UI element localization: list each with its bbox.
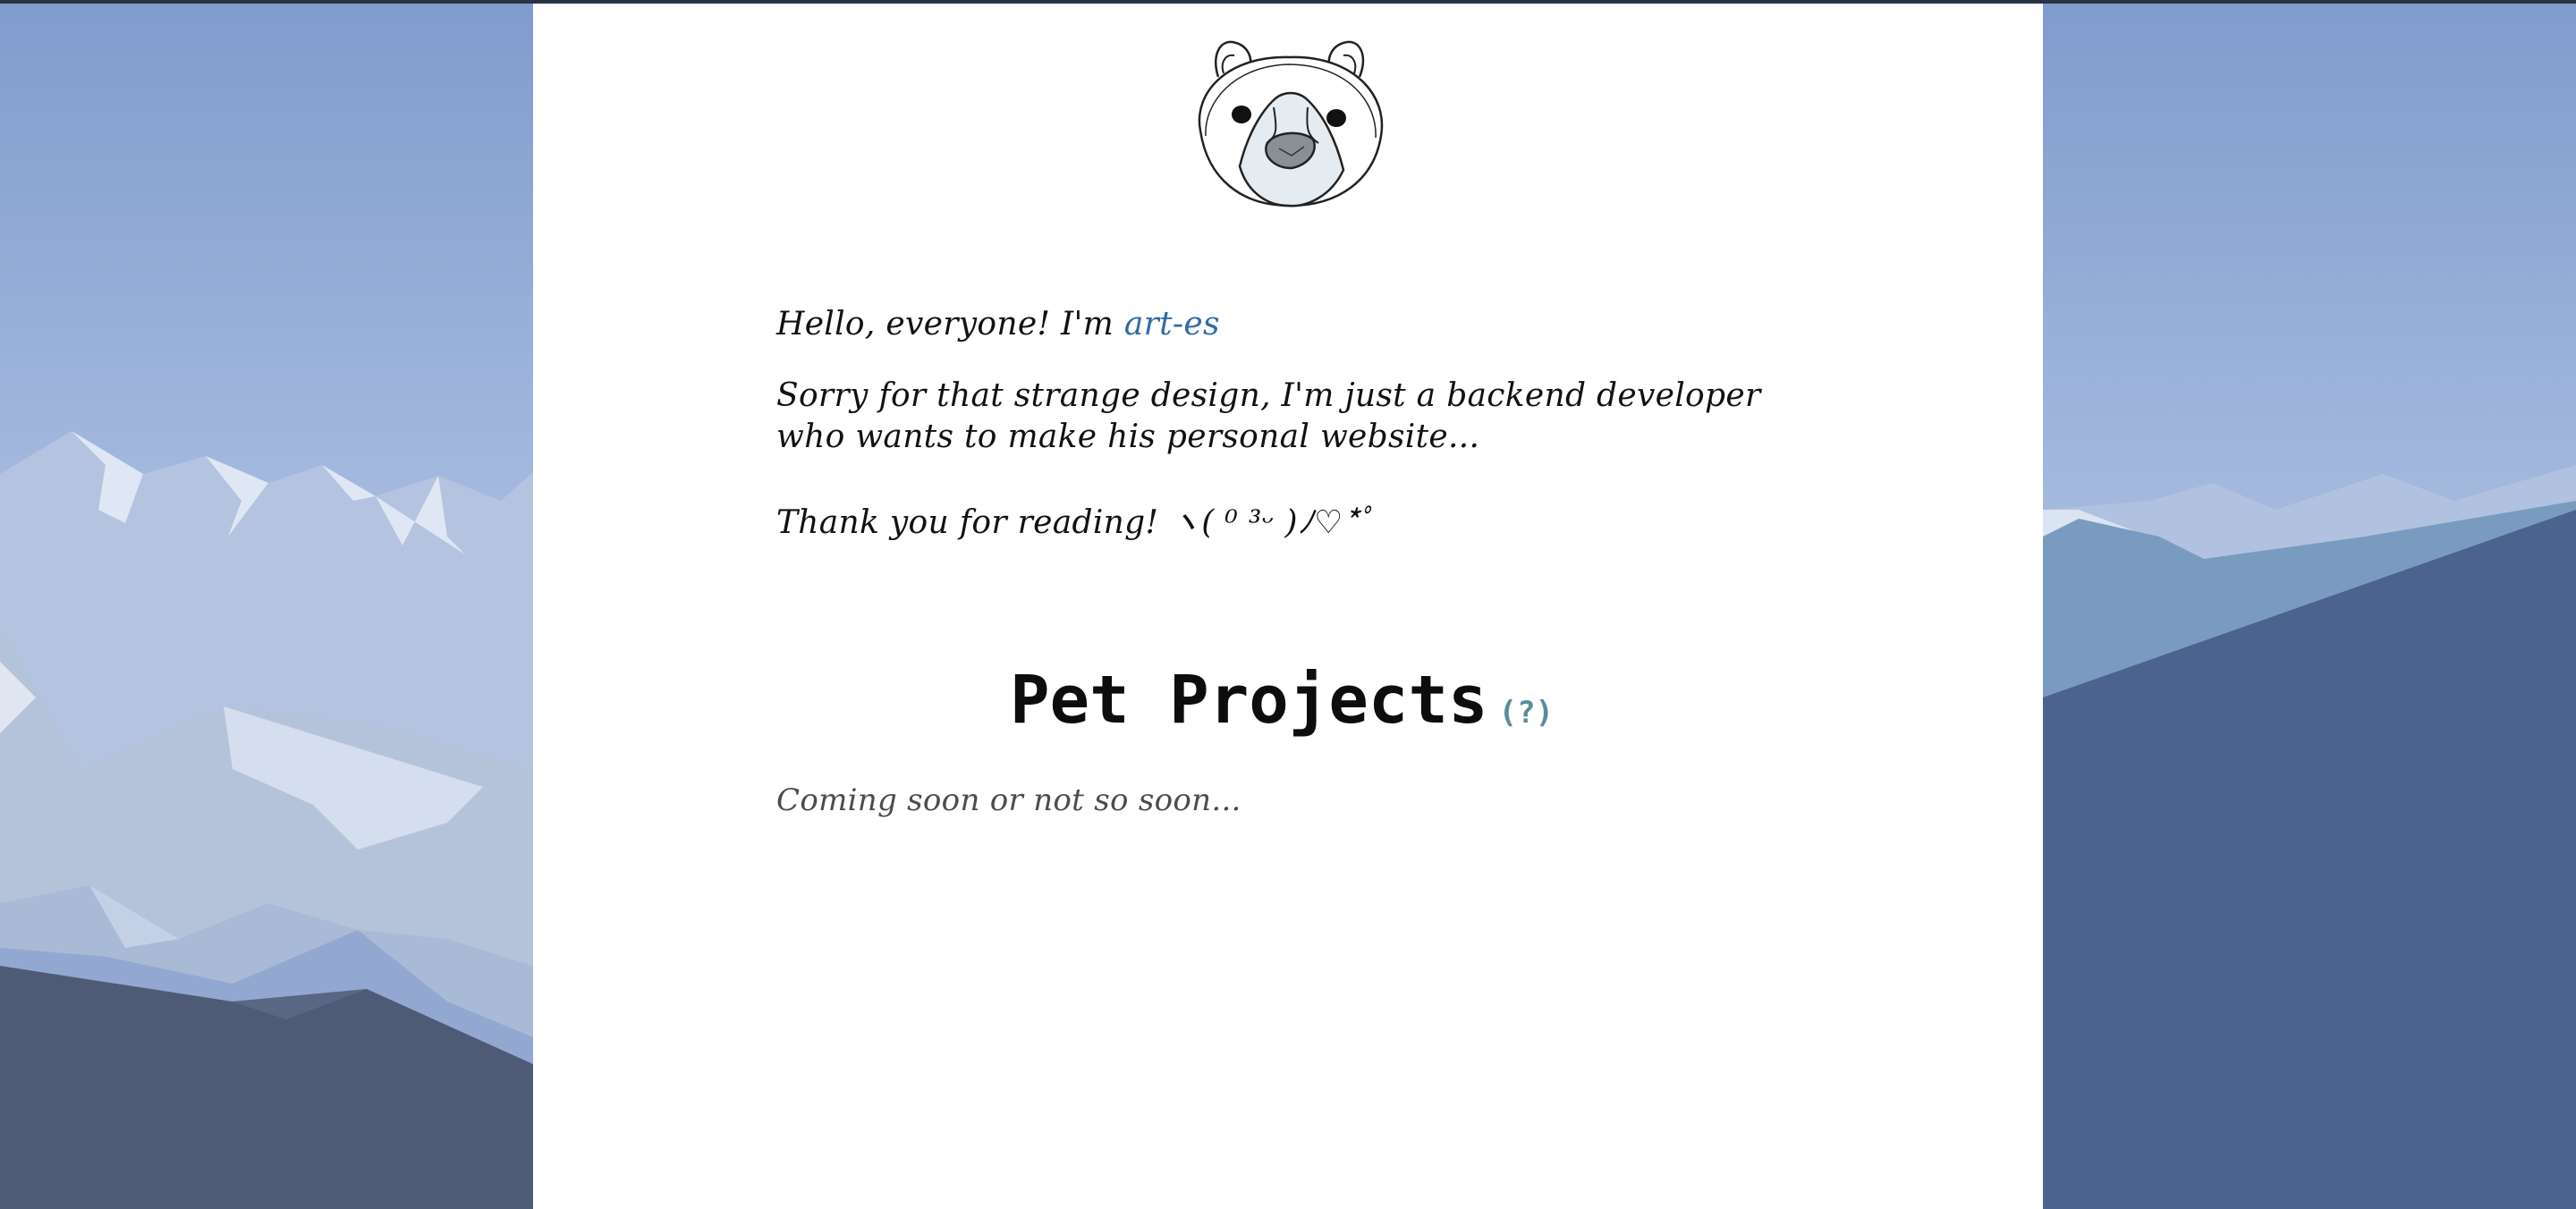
pet-projects-title: Pet Projects	[1009, 662, 1488, 739]
page: Hello, everyone! I'm art-es Sorry for th…	[0, 0, 2576, 1209]
main-content: Hello, everyone! I'm art-es Sorry for th…	[533, 4, 2043, 1209]
greeting: Hello, everyone! I'm art-es	[776, 304, 1220, 345]
background-mountains-right	[2043, 0, 2576, 1209]
pet-projects-help-link[interactable]: (?)	[1499, 695, 1554, 731]
pet-projects-placeholder: Coming soon or not so soon...	[776, 782, 1241, 818]
background-mountains-left	[0, 0, 533, 1209]
thanks-text: Thank you for reading! ヽ( ⁰ ³ᵕ )ﾉ♡*ﾟ	[776, 504, 1375, 541]
apology-text: Sorry for that strange design, I'm just …	[776, 377, 1761, 455]
top-border	[0, 0, 2576, 4]
author-link[interactable]: art-es	[1124, 306, 1220, 342]
greeting-text: Hello, everyone! I'm	[776, 306, 1124, 342]
pet-projects-heading: Pet Projects (?)	[776, 662, 1787, 739]
polar-bear-head-icon[interactable]	[1184, 30, 1395, 215]
